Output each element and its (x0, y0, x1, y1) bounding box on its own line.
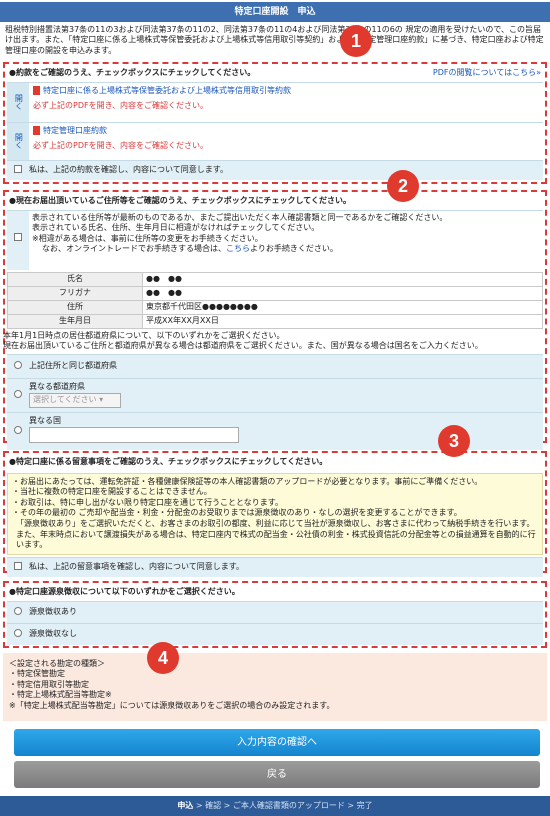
account-type-item: ・特定保管勘定 (9, 669, 65, 679)
page-header: 特定口座開設 申込 (0, 2, 550, 22)
address-change-link[interactable]: こちら (226, 244, 250, 253)
address-section: ●現在お届出頂いているご住所等をご確認のうえ、チェックボックスにチェックしてくだ… (3, 190, 547, 450)
table-row: 生年月日 平成XX年XX月XX日 (7, 313, 543, 329)
pdf-icon (33, 125, 40, 135)
withholding-radio-yes[interactable] (14, 607, 22, 616)
pdf-link-1-label: 特定口座に係る上場株式等保管委託および上場株式等信用取引等約款 (43, 85, 291, 95)
open-button-2[interactable]: 開く (7, 122, 29, 160)
breadcrumb-current: 申込 (177, 801, 194, 810)
breadcrumb-steps: > 確認 > ご本人確認書類のアップロード > 完了 (193, 801, 373, 810)
terms-agree-row: 私は、上記の約款を確認し、内容について同意します。 (7, 159, 543, 180)
pdf-note-1: 必ず上記のPDFを開き、内容をご確認ください。 (33, 100, 209, 110)
residence-radio-country[interactable] (14, 426, 22, 435)
residence-instructions: 本年1月1日時点の居住都道府県について、以下のいずれかをご選択ください。 現在お… (3, 331, 545, 352)
step-badge-3: 3 (438, 425, 470, 457)
step-badge-2: 2 (387, 170, 419, 202)
pdf-note-2: 必ず上記のPDFを開き、内容をご確認ください。 (33, 140, 209, 150)
intro-text: 租税特別措置法第37条の11の3および同法第37条の11の2、同法第37条の11… (5, 25, 544, 55)
residence-instruction-1: 本年1月1日時点の居住都道府県について、以下のいずれかをご選択ください。 (3, 330, 285, 340)
info-value: ●● ●● (142, 271, 543, 287)
note-item: ・お取引は、特に申し出がない限り特定口座を通じて行うこととなります。 (12, 497, 283, 507)
notes-title: ●特定口座に係る留意事項をご確認のうえ、チェックボックスにチェックしてください。 (9, 457, 328, 466)
residence-radio-same[interactable] (14, 361, 22, 370)
info-value: ●● ●● (142, 285, 543, 301)
pdf-link-2[interactable]: 特定管理口座約款 (33, 125, 539, 137)
withholding-section: ●特定口座源泉徴収について以下のいずれかをご選択ください。 源泉徴収あり 源泉徴… (3, 581, 547, 648)
registered-info-table: 氏名 ●● ●● フリガナ ●● ●● 住所 東京都千代田区●●●●●●●● 生年月日… (7, 271, 543, 329)
notes-box: ・お届出にあたっては、運転免許証・各種健康保険証等の本人確認書類のアップロードが… (7, 472, 543, 555)
step-badge-4: 4 (147, 642, 179, 674)
terms-agree-checkbox[interactable] (14, 165, 22, 174)
country-input[interactable] (29, 426, 239, 443)
address-confirm-text-3: ※相違がある場合は、事前に住所等の変更をお手続きください。 (32, 233, 263, 243)
residence-option-prefecture-label: 異なる都道府県 (29, 382, 85, 392)
address-note-prefix: なお、オンライントレードでお手続きする場合は、 (42, 243, 226, 253)
back-button[interactable]: 戻る (14, 761, 540, 788)
prefecture-select[interactable]: 選択してください ▾ (29, 393, 121, 408)
info-key: 氏名 (7, 271, 143, 287)
step-badge-1: 1 (340, 25, 372, 57)
prefecture-select-value: 選択してください (33, 395, 97, 405)
withholding-option-no-label: 源泉徴収なし (29, 628, 77, 638)
info-value: 東京都千代田区●●●●●●●● (142, 299, 543, 315)
note-item: ・お届出にあたっては、運転免許証・各種健康保険証等の本人確認書類のアップロードが… (12, 476, 483, 486)
info-key: フリガナ (7, 285, 143, 301)
chevron-down-icon: ▾ (99, 395, 104, 405)
open-button-1[interactable]: 開く (7, 82, 29, 122)
withholding-option-no[interactable]: 源泉徴収なし (7, 622, 543, 645)
address-title: ●現在お届出頂いているご住所等をご確認のうえ、チェックボックスにチェックしてくだ… (9, 196, 352, 205)
notes-agree-row: 私は、上記の留意事項を確認し、内容について同意します。 (7, 556, 543, 577)
note-item: ・当社に複数の特定口座を開設することはできません。 (12, 487, 212, 497)
residence-radio-prefecture[interactable] (14, 390, 22, 399)
table-row: 住所 東京都千代田区●●●●●●●● (7, 299, 543, 315)
terms-section: ●約款をご確認のうえ、チェックボックスにチェックしてください。 PDFの閲覧につ… (3, 62, 547, 184)
terms-row-2: 開く 特定管理口座約款 必ず上記のPDFを開き、内容をご確認ください。 (7, 121, 543, 160)
table-row: フリガナ ●● ●● (7, 285, 543, 301)
notes-agree-label: 私は、上記の留意事項を確認し、内容について同意します。 (29, 561, 244, 571)
terms-row-1: 開く 特定口座に係る上場株式等保管委託および上場株式等信用取引等約款 必ず上記の… (7, 81, 543, 122)
address-confirm-row: 表示されている住所等が最新のものであるか、またご提出いただく本人確認書類と同一で… (7, 209, 543, 270)
progress-breadcrumb: 申込 > 確認 > ご本人確認書類のアップロード > 完了 (0, 796, 550, 816)
residence-instruction-2: 現在お届出頂いているご住所と都道府県が異なる場合は都道府県をご選択ください。また… (3, 341, 483, 351)
info-key: 生年月日 (7, 313, 143, 329)
address-confirm-text-2: 表示されている氏名、住所、生年月日に相違がなければチェックしてください。 (32, 223, 320, 233)
info-value: 平成XX年XX月XX日 (142, 313, 543, 329)
notes-agree-checkbox[interactable] (14, 562, 22, 571)
terms-title-text: ●約款をご確認のうえ、チェックボックスにチェックしてください。 (9, 68, 256, 77)
pdf-icon (33, 85, 40, 95)
account-types-note: ※「特定上場株式配当等勘定」については源泉徴収ありをご選択の場合のみ設定されます… (9, 700, 335, 710)
residence-option-country-label: 異なる国 (29, 415, 61, 425)
confirm-button[interactable]: 入力内容の確認へ (14, 729, 540, 756)
account-type-item: ・特定信用取引等勘定 (9, 679, 89, 689)
note-item: ・その年の最初の ご売却や配当金・利金・分配金のお受取りまでは源泉徴収のあり・な… (12, 508, 462, 518)
withholding-radio-no[interactable] (14, 629, 22, 638)
residence-option-prefecture[interactable]: 異なる都道府県 選択してください ▾ (7, 377, 543, 412)
info-key: 住所 (7, 299, 143, 315)
pdf-link-2-label: 特定管理口座約款 (43, 125, 107, 135)
account-types-info: ＜設定される勘定の種類＞ ・特定保管勘定 ・特定信用取引等勘定 ・特定上場株式配… (3, 653, 547, 721)
withholding-option-yes[interactable]: 源泉徴収あり (7, 600, 543, 623)
notes-section: ●特定口座に係る留意事項をご確認のうえ、チェックボックスにチェックしてください。… (3, 451, 547, 577)
pdf-link-1[interactable]: 特定口座に係る上場株式等保管委託および上場株式等信用取引等約款 (33, 85, 539, 97)
pdf-help-link[interactable]: PDFの閲覧についてはこちら» (433, 68, 541, 79)
note-item: 「源泉徴収あり」をご選択いただくと、お客さまのお取引の都度、利益に応じて当社が源… (16, 518, 535, 528)
withholding-option-yes-label: 源泉徴収あり (29, 606, 77, 616)
address-confirm-checkbox[interactable] (14, 233, 22, 242)
address-note-suffix: よりお手続きください。 (250, 243, 338, 253)
residence-option-same-label: 上記住所と同じ都道府県 (29, 360, 117, 370)
residence-option-same[interactable]: 上記住所と同じ都道府県 (7, 353, 543, 378)
account-types-heading: ＜設定される勘定の種類＞ (9, 659, 105, 668)
terms-title: ●約款をご確認のうえ、チェックボックスにチェックしてください。 PDFの閲覧につ… (7, 66, 543, 82)
withholding-title: ●特定口座源泉徴収について以下のいずれかをご選択ください。 (9, 587, 240, 596)
address-confirm-text-4: なお、オンライントレードでお手続きする場合は、こちらよりお手続きください。 (32, 244, 540, 254)
table-row: 氏名 ●● ●● (7, 271, 543, 287)
terms-agree-label: 私は、上記の約款を確認し、内容について同意します。 (29, 164, 228, 174)
note-item: また、年末時点において譲渡損失がある場合は、特定口座内で株式の配当金・公社債の利… (16, 529, 536, 550)
account-type-item: ・特定上場株式配当等勘定※ (9, 690, 112, 700)
address-confirm-text-1: 表示されている住所等が最新のものであるか、またご提出いただく本人確認書類と同一で… (32, 212, 448, 222)
